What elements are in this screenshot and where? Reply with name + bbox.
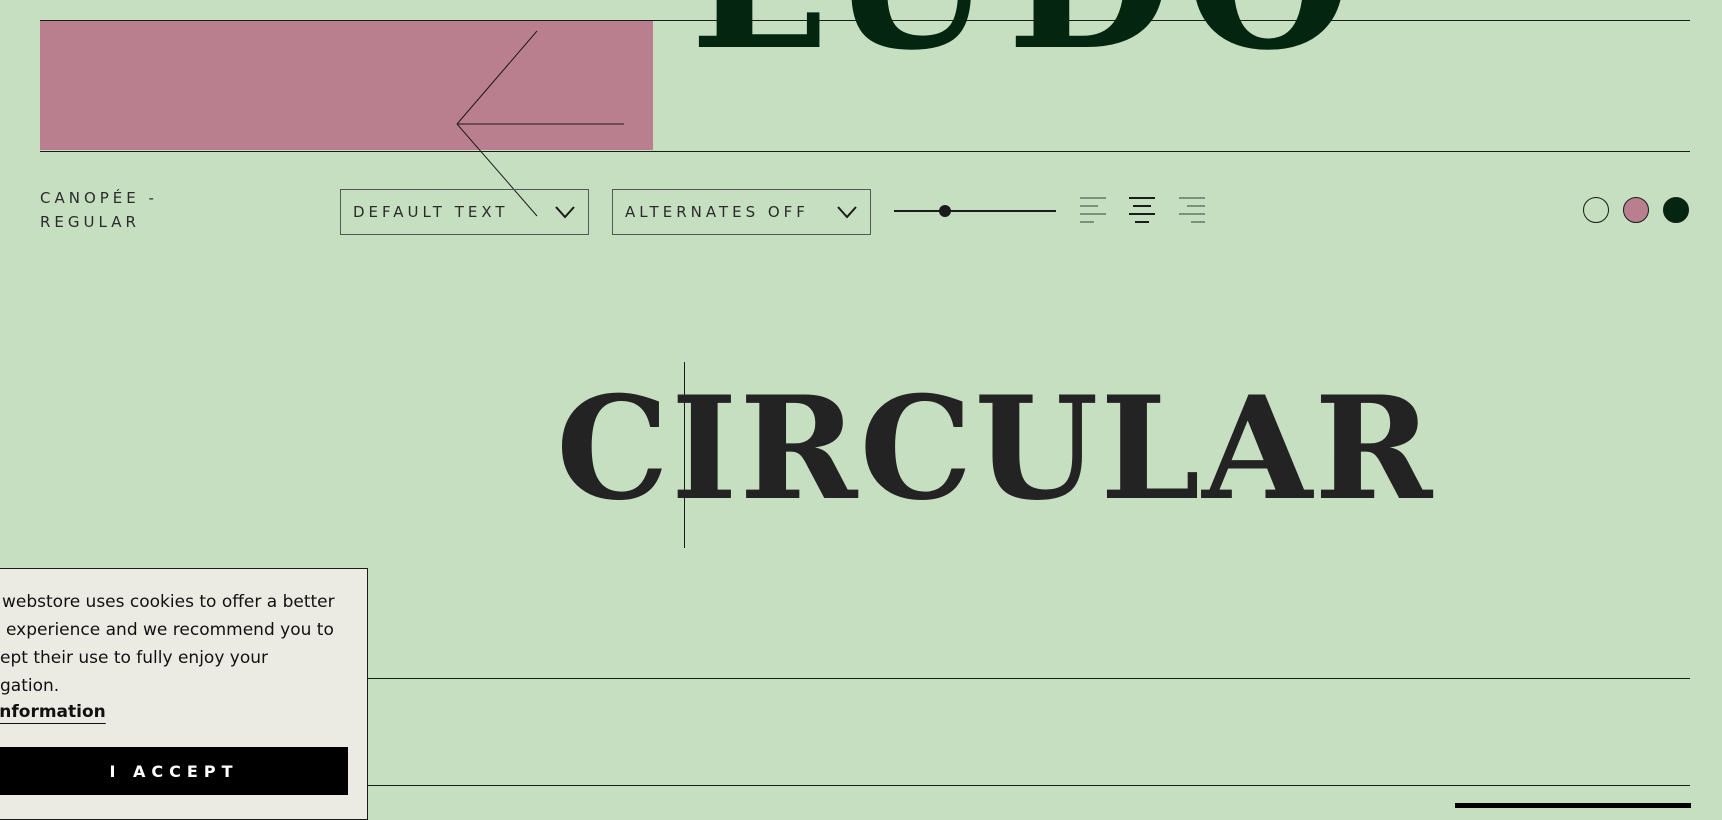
chevron-down-icon: [555, 206, 575, 219]
color-swatch-light[interactable]: [1583, 197, 1609, 223]
align-center-button[interactable]: [1129, 197, 1157, 223]
text-preset-dropdown[interactable]: DEFAULT TEXT: [340, 189, 589, 235]
cookie-accept-button[interactable]: I ACCEPT: [0, 747, 348, 795]
font-name-label: CANOPÉE - REGULAR: [40, 189, 158, 231]
cookie-banner: webstore uses cookies to offer a better e…: [0, 568, 368, 820]
alternates-value: ALTERNATES OFF: [625, 203, 809, 221]
font-size-slider[interactable]: [894, 198, 1056, 224]
color-swatch-dark[interactable]: [1663, 197, 1689, 223]
align-left-button[interactable]: [1080, 197, 1108, 223]
cookie-more-info-link[interactable]: e information: [0, 702, 106, 722]
cookie-message: webstore uses cookies to offer a better e…: [0, 592, 335, 696]
align-right-button[interactable]: [1179, 197, 1207, 223]
type-specimen[interactable]: CIRCULAR: [556, 378, 1432, 520]
text-preset-value: DEFAULT TEXT: [353, 203, 509, 221]
slider-handle[interactable]: [939, 205, 951, 217]
slider-track: [894, 210, 1056, 212]
bottom-dark-bar: [1455, 803, 1691, 808]
alternates-dropdown[interactable]: ALTERNATES OFF: [612, 189, 871, 235]
color-swatch-pink[interactable]: [1623, 197, 1649, 223]
chevron-down-icon: [837, 206, 857, 219]
banner-bottom-rule: [40, 151, 1690, 152]
